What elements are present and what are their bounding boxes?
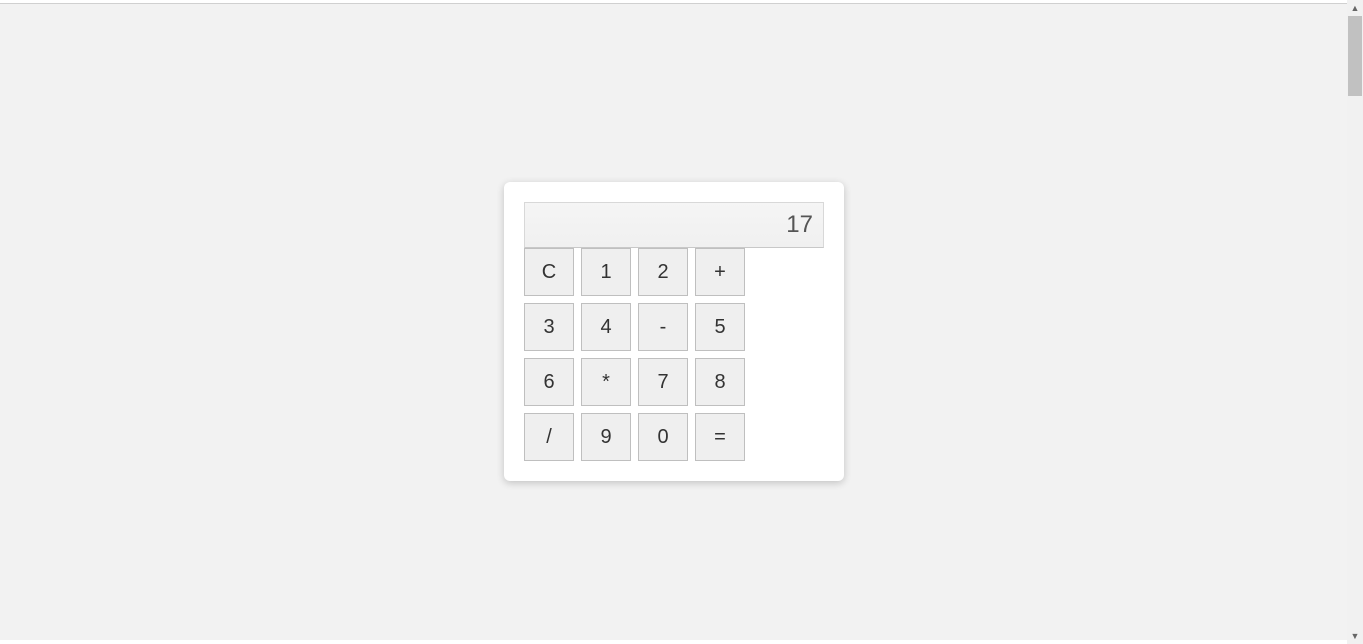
multiply-button[interactable]: * — [581, 358, 631, 406]
digit-1-button[interactable]: 1 — [581, 248, 631, 296]
plus-button[interactable]: + — [695, 248, 745, 296]
minus-button[interactable]: - — [638, 303, 688, 351]
digit-9-button[interactable]: 9 — [581, 413, 631, 461]
scroll-up-icon[interactable]: ▲ — [1347, 0, 1363, 16]
digit-7-button[interactable]: 7 — [638, 358, 688, 406]
clear-button[interactable]: C — [524, 248, 574, 296]
digit-2-button[interactable]: 2 — [638, 248, 688, 296]
digit-0-button[interactable]: 0 — [638, 413, 688, 461]
calculator-display[interactable] — [524, 202, 824, 248]
digit-4-button[interactable]: 4 — [581, 303, 631, 351]
digit-5-button[interactable]: 5 — [695, 303, 745, 351]
digit-3-button[interactable]: 3 — [524, 303, 574, 351]
equals-button[interactable]: = — [695, 413, 745, 461]
vertical-scrollbar[interactable]: ▲ ▼ — [1347, 0, 1363, 644]
divide-button[interactable]: / — [524, 413, 574, 461]
digit-6-button[interactable]: 6 — [524, 358, 574, 406]
calculator-panel: C 1 2 + 3 4 - 5 6 * 7 8 / 9 0 = — [504, 182, 844, 481]
digit-8-button[interactable]: 8 — [695, 358, 745, 406]
calculator-keypad: C 1 2 + 3 4 - 5 6 * 7 8 / 9 0 = — [524, 248, 824, 461]
page-background: C 1 2 + 3 4 - 5 6 * 7 8 / 9 0 = — [0, 4, 1347, 640]
scrollbar-thumb[interactable] — [1348, 16, 1362, 96]
scroll-down-icon[interactable]: ▼ — [1347, 628, 1363, 644]
